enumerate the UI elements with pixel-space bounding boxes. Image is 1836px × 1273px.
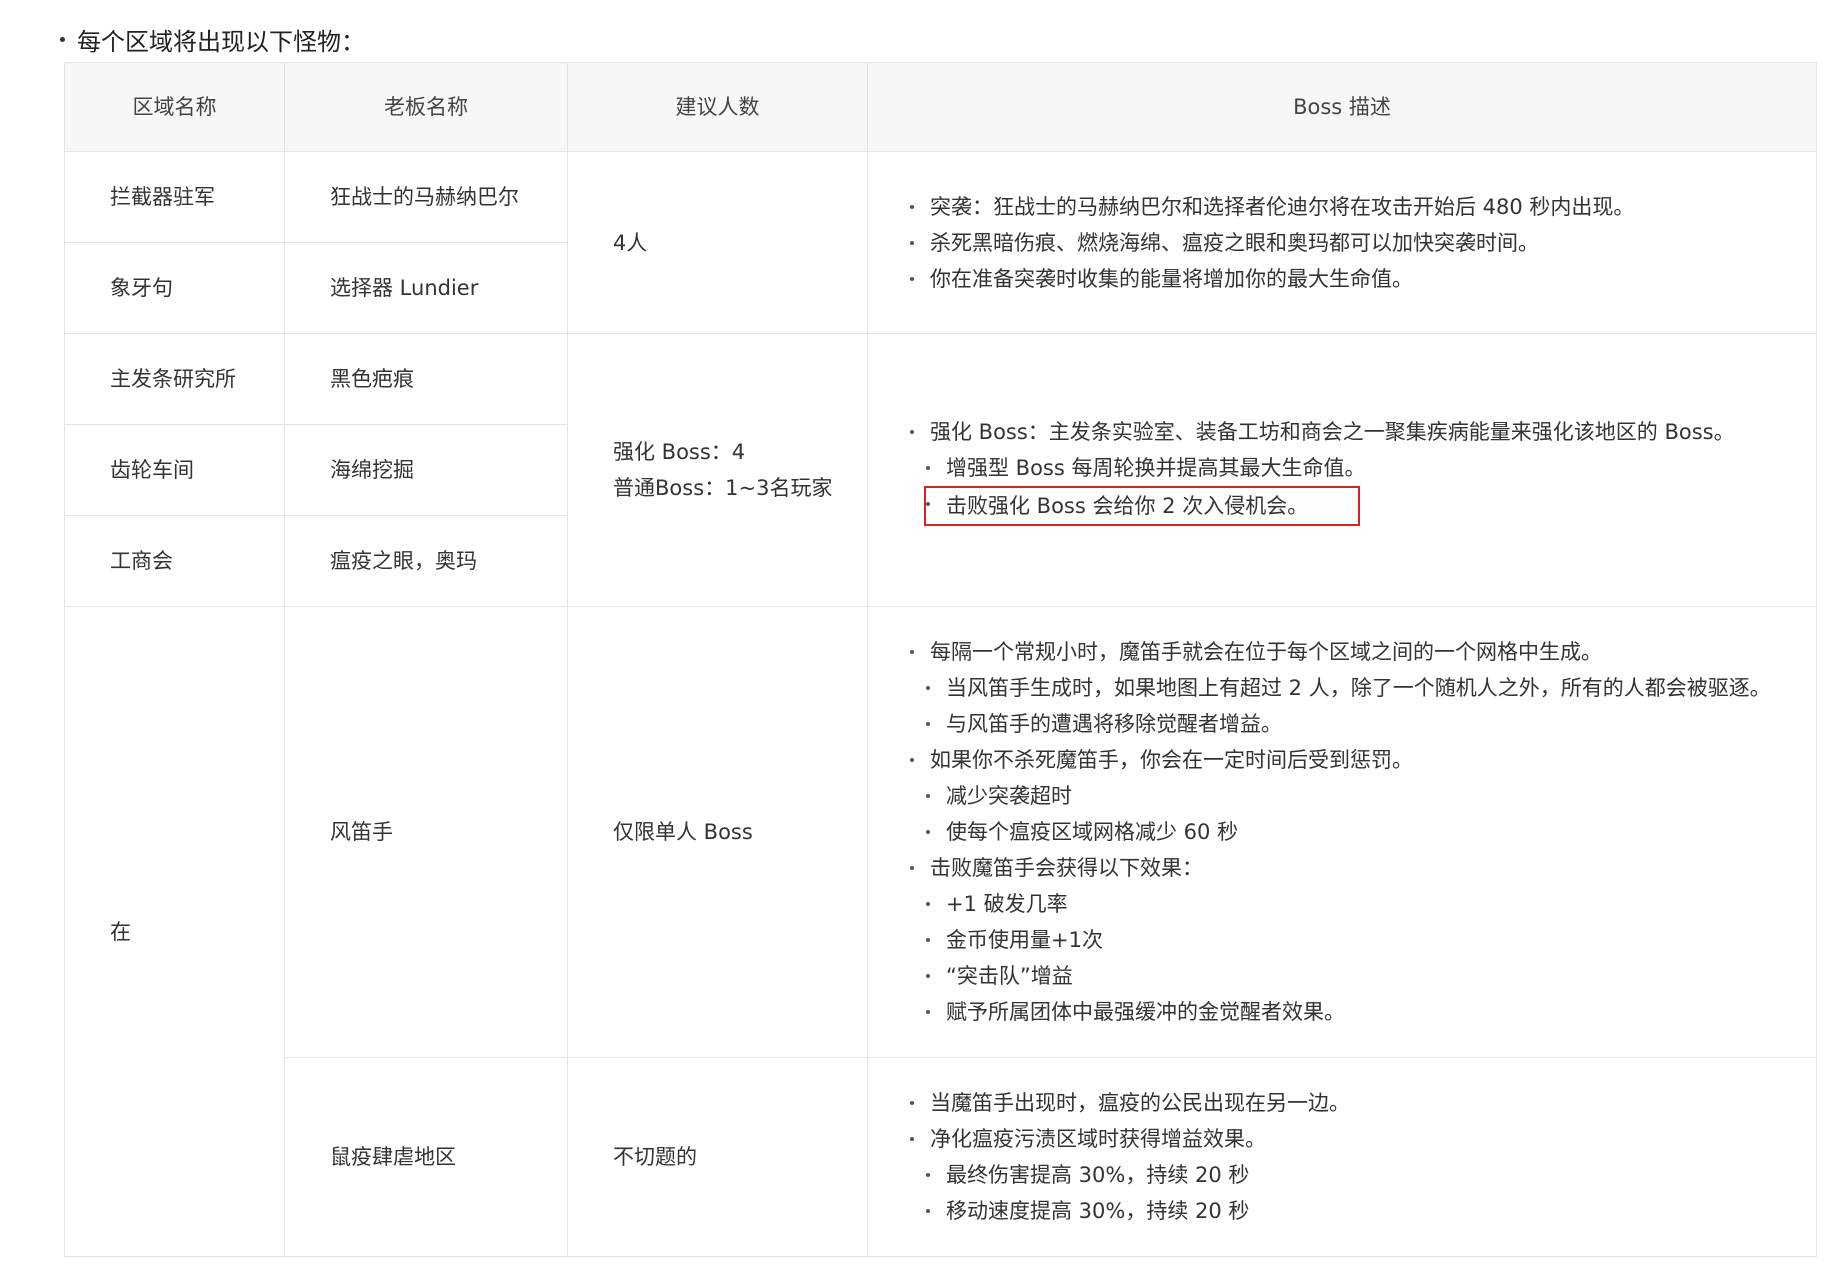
list-item: 赋予所属团体中最强缓冲的金觉醒者效果。 xyxy=(924,994,1816,1030)
players-cell: 不切题的 xyxy=(567,1057,868,1257)
list-item: 金币使用量+1次 xyxy=(924,922,1816,958)
players-line: 普通Boss：1~3名玩家 xyxy=(613,476,833,500)
zone-cell: 齿轮车间 xyxy=(64,424,285,516)
boss-cell: 风笛手 xyxy=(284,606,568,1058)
zone-cell: 象牙句 xyxy=(64,242,285,334)
list-item: 净化瘟疫污渍区域时获得增益效果。 xyxy=(908,1121,1816,1157)
list-item: 与风笛手的遭遇将移除觉醒者增益。 xyxy=(924,706,1816,742)
list-item: 杀死黑暗伤痕、燃烧海绵、瘟疫之眼和奥玛都可以加快突袭时间。 xyxy=(908,225,1816,261)
boss-cell: 黑色疤痕 xyxy=(284,333,568,425)
zone-cell: 在 xyxy=(64,606,285,1257)
zone-cell: 主发条研究所 xyxy=(64,333,285,425)
list-item: 使每个瘟疫区域网格减少 60 秒 xyxy=(924,814,1816,850)
desc-list: 每隔一个常规小时，魔笛手就会在位于每个区域之间的一个网格中生成。 当风笛手生成时… xyxy=(908,634,1816,1030)
desc-cell: 强化 Boss：主发条实验室、装备工坊和商会之一聚集疾病能量来强化该地区的 Bo… xyxy=(867,333,1817,607)
boss-cell: 选择器 Lundier xyxy=(284,242,568,334)
table-row: 鼠疫肆虐地区 不切题的 当魔笛手出现时，瘟疫的公民出现在另一边。 净化瘟疫污渍区… xyxy=(65,1057,1817,1257)
header-desc: Boss 描述 xyxy=(867,62,1817,152)
list-item: 强化 Boss：主发条实验室、装备工坊和商会之一聚集疾病能量来强化该地区的 Bo… xyxy=(908,414,1816,450)
players-cell: 4人 xyxy=(567,151,868,334)
desc-list: 强化 Boss：主发条实验室、装备工坊和商会之一聚集疾病能量来强化该地区的 Bo… xyxy=(908,414,1816,526)
boss-cell: 瘟疫之眼，奥玛 xyxy=(284,515,568,607)
boss-cell: 狂战士的马赫纳巴尔 xyxy=(284,151,568,243)
list-item: 你在准备突袭时收集的能量将增加你的最大生命值。 xyxy=(908,261,1816,297)
list-item-highlighted: 击败强化 Boss 会给你 2 次入侵机会。 xyxy=(924,486,1816,526)
highlight-box: 击败强化 Boss 会给你 2 次入侵机会。 xyxy=(924,486,1361,526)
list-item: 当魔笛手出现时，瘟疫的公民出现在另一边。 xyxy=(908,1085,1816,1121)
list-item: +1 破发几率 xyxy=(924,886,1816,922)
players-line: 强化 Boss：4 xyxy=(613,440,746,464)
zone-cell: 拦截器驻军 xyxy=(64,151,285,243)
list-item: 突袭：狂战士的马赫纳巴尔和选择者伦迪尔将在攻击开始后 480 秒内出现。 xyxy=(908,189,1816,225)
list-item: 增强型 Boss 每周轮换并提高其最大生命值。 xyxy=(924,450,1816,486)
boss-cell: 海绵挖掘 xyxy=(284,424,568,516)
list-item: 最终伤害提高 30%，持续 20 秒 xyxy=(924,1157,1816,1193)
zone-cell: 工商会 xyxy=(64,515,285,607)
desc-list: 当魔笛手出现时，瘟疫的公民出现在另一边。 净化瘟疫污渍区域时获得增益效果。 最终… xyxy=(908,1085,1816,1229)
table-row: 拦截器驻军 狂战士的马赫纳巴尔 4人 突袭：狂战士的马赫纳巴尔和选择者伦迪尔将在… xyxy=(64,151,1817,334)
section-heading-text: 每个区域将出现以下怪物： xyxy=(77,28,365,56)
header-zone: 区域名称 xyxy=(64,62,285,152)
list-item: 移动速度提高 30%，持续 20 秒 xyxy=(924,1193,1816,1229)
list-item: 如果你不杀死魔笛手，你会在一定时间后受到惩罚。 xyxy=(908,742,1816,778)
list-item: 每隔一个常规小时，魔笛手就会在位于每个区域之间的一个网格中生成。 xyxy=(908,634,1816,670)
players-cell: 强化 Boss：4 普通Boss：1~3名玩家 xyxy=(567,333,868,607)
list-item: 减少突袭超时 xyxy=(924,778,1816,814)
table-row: 主发条研究所 黑色疤痕 强化 Boss：4 普通Boss：1~3名玩家 强化 B… xyxy=(64,333,1817,607)
players-cell: 仅限单人 Boss xyxy=(567,606,868,1058)
desc-cell: 突袭：狂战士的马赫纳巴尔和选择者伦迪尔将在攻击开始后 480 秒内出现。 杀死黑… xyxy=(867,151,1817,334)
bullet-icon xyxy=(60,37,65,42)
highlight-text: 击败强化 Boss 会给你 2 次入侵机会。 xyxy=(946,494,1309,518)
header-boss: 老板名称 xyxy=(284,62,568,152)
table-header-row: 区域名称 老板名称 建议人数 Boss 描述 xyxy=(64,62,1817,152)
header-players: 建议人数 xyxy=(567,62,868,152)
desc-list: 突袭：狂战士的马赫纳巴尔和选择者伦迪尔将在攻击开始后 480 秒内出现。 杀死黑… xyxy=(908,189,1816,297)
boss-cell: 鼠疫肆虐地区 xyxy=(284,1057,568,1257)
desc-cell: 每隔一个常规小时，魔笛手就会在位于每个区域之间的一个网格中生成。 当风笛手生成时… xyxy=(867,606,1817,1058)
monster-table: 区域名称 老板名称 建议人数 Boss 描述 拦截器驻军 狂战士的马赫纳巴尔 4… xyxy=(64,62,1817,1257)
section-heading: 每个区域将出现以下怪物： xyxy=(60,22,365,57)
list-item: “突击队”增益 xyxy=(924,958,1816,994)
desc-cell: 当魔笛手出现时，瘟疫的公民出现在另一边。 净化瘟疫污渍区域时获得增益效果。 最终… xyxy=(867,1057,1817,1257)
list-item: 当风笛手生成时，如果地图上有超过 2 人，除了一个随机人之外，所有的人都会被驱逐… xyxy=(924,670,1816,706)
list-item: 击败魔笛手会获得以下效果： xyxy=(908,850,1816,886)
table-row: 在 风笛手 仅限单人 Boss 每隔一个常规小时，魔笛手就会在位于每个区域之间的… xyxy=(64,606,1817,1257)
